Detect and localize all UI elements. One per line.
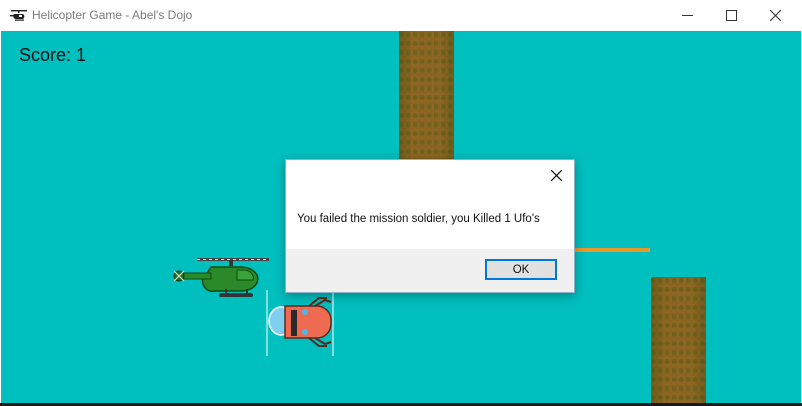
title-bar[interactable]: Helicopter Game - Abel's Dojo [0,0,802,31]
dialog-close-button[interactable] [544,164,568,186]
orange-ledge [574,248,650,252]
close-icon [769,10,781,21]
close-button[interactable] [752,0,798,31]
score-label: Score: 1 [19,45,87,65]
minimize-button[interactable] [664,0,710,31]
minimize-icon [681,15,693,16]
message-dialog: You failed the mission soldier, you Kill… [285,159,575,293]
ufo-enemy [266,290,334,356]
top-pillar-obstacle [399,31,454,161]
window-title: Helicopter Game - Abel's Dojo [32,8,193,22]
bottom-pillar-obstacle [651,277,706,403]
game-window: Helicopter Game - Abel's Dojo Score: 1 Y… [0,0,802,406]
maximize-button[interactable] [708,0,754,31]
helicopter-icon [10,10,27,21]
dialog-message: You failed the mission soldier, you Kill… [297,213,540,225]
ok-button[interactable]: OK [485,259,557,280]
close-icon [550,169,562,181]
maximize-icon [725,10,737,21]
dialog-footer: OK [286,249,574,292]
helicopter-player [173,258,269,297]
